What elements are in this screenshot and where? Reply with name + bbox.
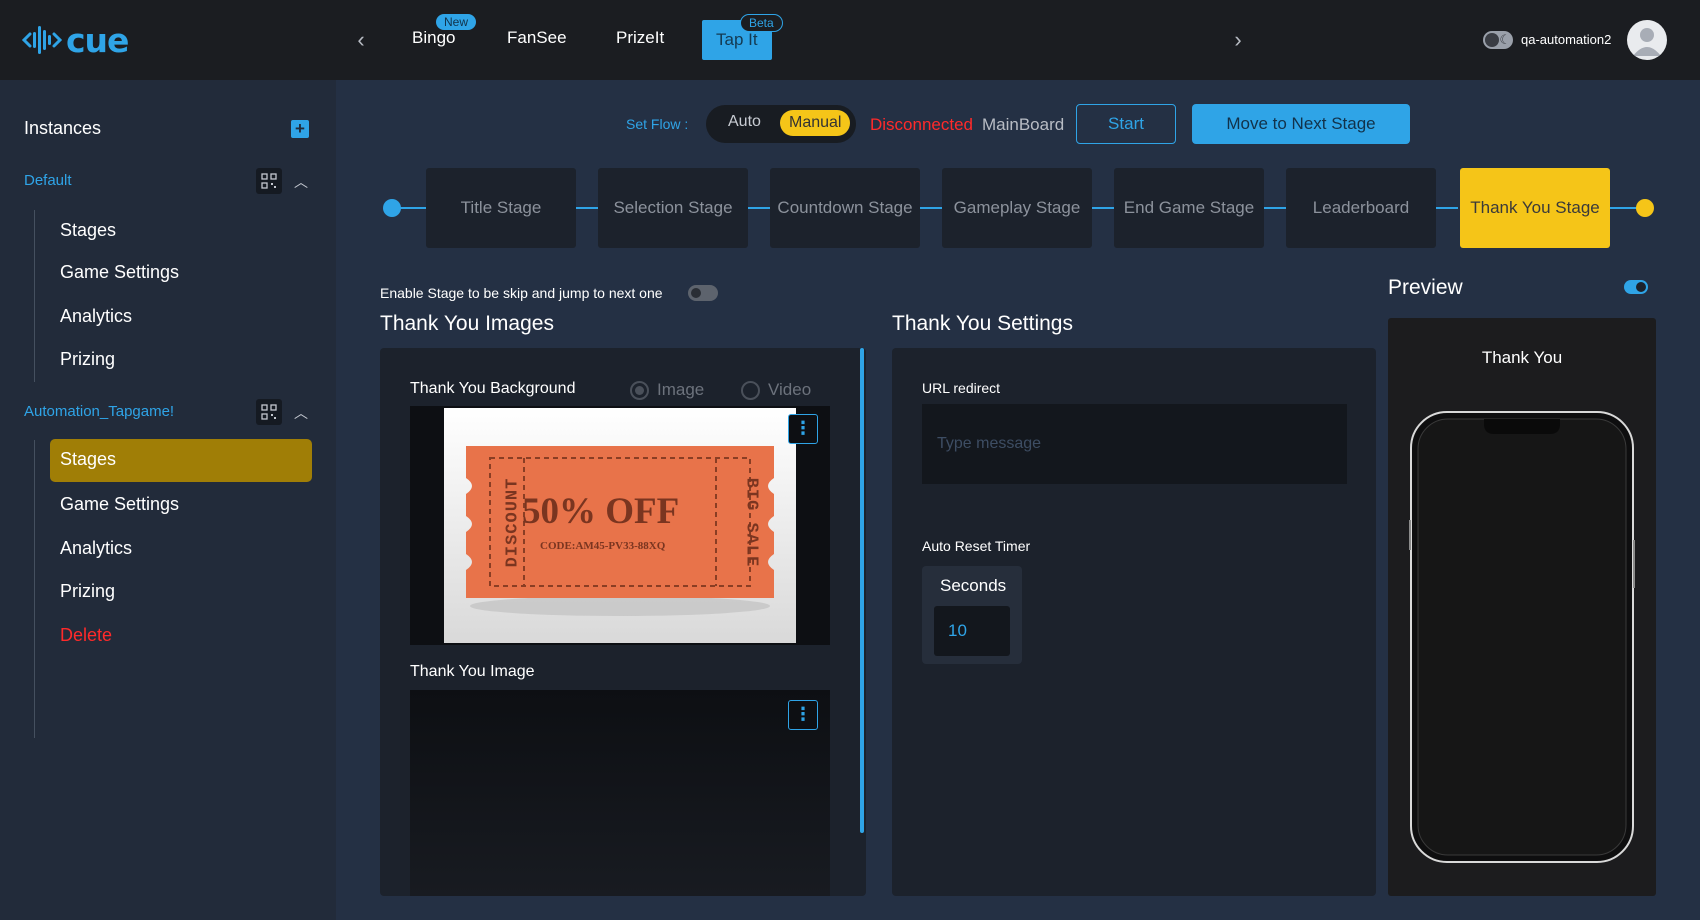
qr-code-icon (261, 173, 277, 189)
sidebar-item-game-settings[interactable]: Game Settings (60, 494, 179, 515)
tree-line (34, 210, 35, 382)
pipeline-connector (748, 207, 770, 209)
phone-frame-icon (1409, 411, 1635, 863)
preview-toggle[interactable] (1624, 280, 1648, 294)
move-to-next-stage-button[interactable]: Move to Next Stage (1192, 104, 1410, 144)
seconds-label: Seconds (940, 576, 1007, 595)
sidebar-item-game-settings[interactable]: Game Settings (60, 262, 179, 283)
cue-logo-icon (22, 26, 62, 54)
user-icon (1633, 28, 1661, 56)
stage-title[interactable]: Title Stage (426, 168, 576, 248)
settings-heading: Thank You Settings (892, 312, 1073, 335)
pipeline-connector (400, 207, 426, 209)
sidebar-item-analytics[interactable]: Analytics (60, 306, 132, 327)
timer-box: Seconds 10 (922, 566, 1022, 664)
start-button[interactable]: Start (1076, 104, 1176, 144)
pipeline-connector (576, 207, 598, 209)
preview-title: Thank You (1481, 348, 1563, 367)
stage-leaderboard[interactable]: Leaderboard (1286, 168, 1436, 248)
seconds-input[interactable]: 10 (934, 606, 1010, 656)
auto-reset-timer-label: Auto Reset Timer (922, 538, 1031, 554)
radio-image-label: Image (657, 380, 705, 399)
stage-gameplay[interactable]: Gameplay Stage (942, 168, 1092, 248)
stage-countdown[interactable]: Countdown Stage (770, 168, 920, 248)
skip-stage-label: Enable Stage to be skip and jump to next… (380, 285, 663, 301)
more-options-icon[interactable]: ⋮ (788, 414, 818, 444)
qr-code-button[interactable] (256, 168, 282, 194)
skip-stage-toggle[interactable] (688, 285, 718, 301)
flow-manual-option[interactable]: Manual (780, 110, 851, 136)
url-redirect-input[interactable] (922, 404, 1347, 484)
discount-ticket-image: DISCOUNT 50% OFF CODE:AM45-PV33-88XQ BIG… (444, 408, 796, 643)
pipeline-connector (1092, 207, 1114, 209)
pipeline-connector (1436, 207, 1458, 209)
nav-prev-arrow-icon[interactable]: ‹ (349, 28, 373, 52)
beta-badge: Beta (740, 14, 783, 32)
sidebar-item-prizing[interactable]: Prizing (60, 349, 115, 370)
moon-icon: ☾ (1499, 32, 1511, 47)
logo-text: cue (66, 20, 129, 60)
theme-toggle[interactable]: ☾ (1483, 31, 1513, 49)
collapse-chevron-icon[interactable]: ︿ (294, 172, 308, 192)
pipeline-end-dot (1636, 199, 1654, 217)
pipeline-connector (920, 207, 942, 209)
tab-fansee[interactable]: FanSee (507, 28, 567, 48)
instance-automation-tapgame[interactable]: Automation_Tapgame! (24, 403, 174, 420)
flow-mode-toggle[interactable]: Auto Manual (706, 105, 856, 143)
set-flow-label: Set Flow : (626, 116, 689, 132)
images-scrollbar[interactable] (860, 348, 864, 833)
sidebar-item-delete[interactable]: Delete (60, 625, 112, 646)
preview-panel: Thank You (1388, 318, 1656, 896)
avatar[interactable] (1627, 20, 1667, 60)
board-name: MainBoard (982, 115, 1065, 134)
url-redirect-label: URL redirect (922, 380, 1001, 396)
preview-heading: Preview (1388, 276, 1463, 299)
nav-next-arrow-icon[interactable]: › (1226, 28, 1250, 52)
sidebar-item-prizing[interactable]: Prizing (60, 581, 115, 602)
username: qa-automation2 (1521, 32, 1612, 47)
background-label: Thank You Background (410, 380, 576, 397)
stage-end-game[interactable]: End Game Stage (1114, 168, 1264, 248)
sidebar-item-stages-active[interactable]: Stages (50, 439, 312, 482)
cue-logo[interactable]: cue (22, 20, 129, 60)
instance-default[interactable]: Default (24, 172, 72, 189)
stage-thank-you[interactable]: Thank You Stage (1460, 168, 1610, 248)
tab-bingo[interactable]: Bingo (412, 28, 455, 48)
sidebar-item-analytics[interactable]: Analytics (60, 538, 132, 559)
more-options-icon[interactable]: ⋮ (788, 700, 818, 730)
tab-prizeit[interactable]: PrizeIt (616, 28, 664, 48)
sidebar-item-stages[interactable]: Stages (60, 220, 116, 241)
ticket-side-right: BIG SALE (741, 477, 761, 568)
thank-you-image-box[interactable]: ⋮ (410, 690, 830, 896)
top-bar: cue ‹ New Bingo FanSee PrizeIt Tap It Be… (0, 0, 1700, 80)
connection-status: Disconnected (870, 115, 974, 134)
qr-code-button[interactable] (256, 399, 282, 425)
image-label: Thank You Image (410, 663, 535, 680)
radio-video-label: Video (768, 380, 812, 399)
qr-code-icon (261, 404, 277, 420)
pipeline-connector (1264, 207, 1286, 209)
images-heading: Thank You Images (380, 312, 554, 335)
stage-selection[interactable]: Selection Stage (598, 168, 748, 248)
radio-video[interactable]: Video (741, 380, 811, 400)
background-media-box[interactable]: DISCOUNT 50% OFF CODE:AM45-PV33-88XQ BIG… (410, 406, 830, 645)
ticket-main-text: 50% OFF (522, 491, 680, 532)
ticket-side-left: DISCOUNT (503, 477, 523, 568)
pipeline-start-dot (383, 199, 401, 217)
collapse-chevron-icon[interactable]: ︿ (294, 403, 308, 423)
flow-auto-option[interactable]: Auto (728, 113, 761, 131)
add-instance-button[interactable]: + (291, 120, 309, 138)
tree-line (34, 440, 35, 738)
ticket-code: CODE:AM45-PV33-88XQ (540, 540, 666, 552)
pipeline-connector (1610, 207, 1637, 209)
sidebar: Instances + Default ︿ Stages Game Settin… (0, 80, 336, 920)
sidebar-title: Instances (24, 118, 102, 138)
radio-image[interactable]: Image (630, 380, 704, 400)
